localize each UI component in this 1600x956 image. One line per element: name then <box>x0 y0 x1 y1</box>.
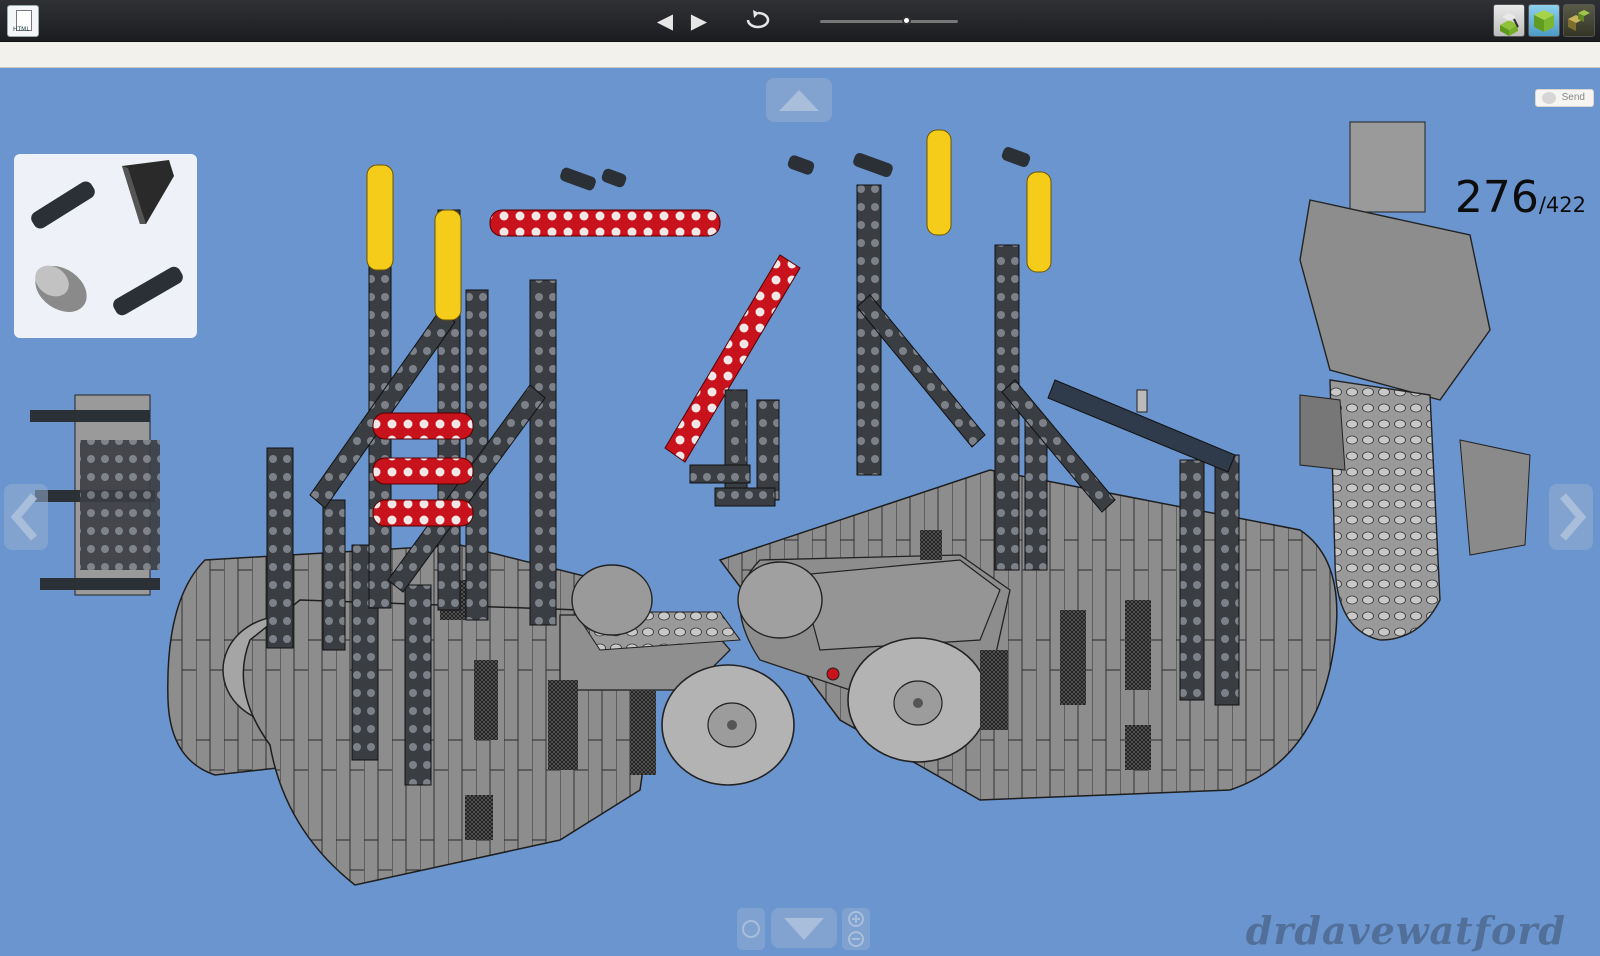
zoom-plus-minus-icon <box>848 911 864 947</box>
rotate-view-icon <box>742 920 760 938</box>
slider-track <box>820 20 958 23</box>
model-view-button[interactable] <box>1528 4 1560 37</box>
rotate-icon <box>746 10 770 29</box>
camera-up-button[interactable] <box>766 78 832 122</box>
sub-model-button[interactable] <box>1563 4 1595 37</box>
axle-pin-long-icon <box>113 266 183 316</box>
chevron-left-icon <box>10 493 38 541</box>
html-tag-label: HTML <box>13 26 30 33</box>
camera-left-button[interactable] <box>4 484 48 550</box>
building-mode-button[interactable] <box>1493 4 1525 37</box>
rotate-model-button[interactable] <box>741 8 775 34</box>
round-brick-icon <box>35 265 87 312</box>
secondary-bar: Send <box>0 42 1600 107</box>
step-counter: 276/422 <box>1455 172 1586 223</box>
model-view-icon <box>1534 10 1554 32</box>
zoom-button[interactable] <box>842 908 870 950</box>
watermark: drdavewatford <box>1245 908 1566 953</box>
next-step-button[interactable]: ▶ <box>686 8 712 34</box>
camera-down-button[interactable] <box>771 908 837 948</box>
rotate-view-button[interactable] <box>737 908 765 950</box>
camera-right-button[interactable] <box>1549 484 1593 550</box>
top-toolbar: HTML ◀ ▶ <box>0 0 1600 42</box>
previous-step-button[interactable]: ◀ <box>652 8 678 34</box>
left-floating-assembly <box>30 394 160 596</box>
triangle-up-icon <box>779 90 819 111</box>
triangle-down-icon <box>784 918 824 940</box>
model-render <box>30 121 1531 886</box>
triangle-left-icon: ◀ <box>656 9 674 33</box>
slider-thumb[interactable] <box>901 16 911 25</box>
triangle-right-icon: ▶ <box>690 9 708 33</box>
axle-pin-icon <box>31 181 95 229</box>
building-mode-icon <box>1500 13 1519 36</box>
total-steps: /422 <box>1538 193 1586 217</box>
model-viewport[interactable]: 276/422 <box>0 68 1600 956</box>
current-step: 276 <box>1454 172 1539 223</box>
parts-list-panel <box>14 154 197 338</box>
sub-model-icon <box>1568 10 1590 31</box>
chevron-right-icon <box>1559 493 1587 541</box>
slope-brick-icon <box>122 160 174 224</box>
loose-pins <box>560 147 1148 413</box>
step-slider[interactable] <box>820 16 958 25</box>
html-export-button[interactable]: HTML <box>7 5 39 37</box>
